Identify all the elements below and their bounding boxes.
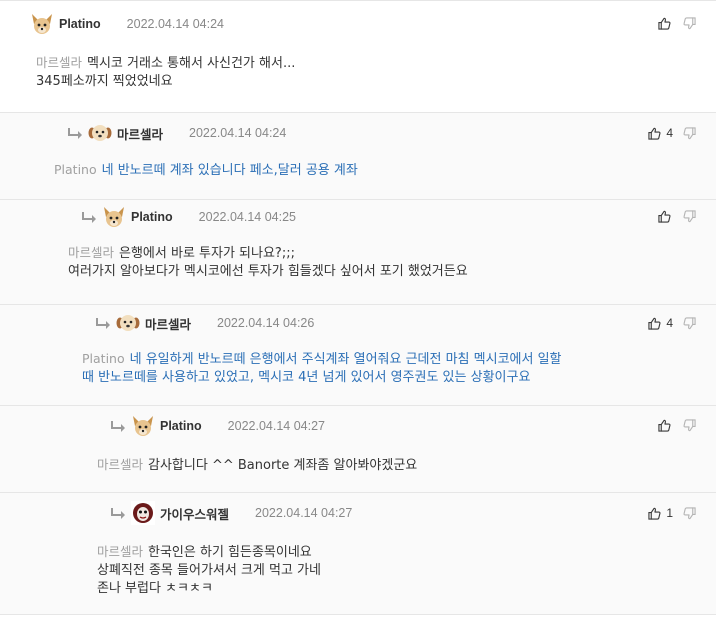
dog-avatar-icon[interactable] <box>30 12 54 36</box>
puppy-avatar-icon[interactable] <box>116 311 140 335</box>
thumbs-up-icon[interactable] <box>658 419 671 432</box>
thumbs-down-icon[interactable] <box>683 506 696 520</box>
reply-comment: Platino 2022.04.14 04:27 마르셀라 감사합니다 ^^ Bano… <box>0 405 716 492</box>
comment-text-line: 345페소까지 찍었었네요 <box>36 73 295 91</box>
puppy-avatar-icon[interactable] <box>88 121 112 145</box>
reply-comment: 가이우스워젤 2022.04.14 04:27 1 마르셀라 한국인은 하기 힘든종목이… <box>0 492 716 614</box>
comment-date: 2022.04.14 04:25 <box>198 210 296 224</box>
vote-controls <box>658 210 696 223</box>
comment-header: 가이우스워젤 2022.04.14 04:27 <box>109 500 352 526</box>
mention-tag[interactable]: Platino <box>82 351 125 366</box>
comment-body: 마르셀라 감사합니다 ^^ Banorte 계좌좀 알아봐야겠군요 <box>97 456 417 475</box>
comment-text: 한국인은 하기 힘든종목이네요 <box>148 545 312 560</box>
thumbs-up-icon[interactable] <box>648 317 661 330</box>
comment-text-line: 마르셀라 한국인은 하기 힘든종목이네요 <box>97 543 321 562</box>
comment-body: 마르셀라 멕시코 거래소 통해서 사신건가 해서... 345페소까지 찍었었네요 <box>36 54 295 91</box>
comment-header: Platino 2022.04.14 04:27 <box>109 413 325 439</box>
comment-text: 때 반노르떼를 사용하고 있었고, 멕시코 4년 넘게 있어서 영주권도 있는 … <box>82 370 531 385</box>
author-nickname[interactable]: Platino <box>59 17 101 31</box>
comment-text-line: 존나 부럽다 ㅊㅋㅊㅋ <box>97 580 321 598</box>
thumbs-up-icon[interactable] <box>658 210 671 223</box>
dog-avatar-icon[interactable] <box>102 205 126 229</box>
thumbs-down-icon[interactable] <box>683 316 696 330</box>
reply-comment: Platino 2022.04.14 04:25 마르셀라 은행에서 바로 투자가 되… <box>0 199 716 304</box>
face-avatar-icon[interactable] <box>131 501 155 525</box>
reply-comment: 마르셀라 2022.04.14 04:24 4 Platino 네 반노르떼 계좌 있습… <box>0 112 716 199</box>
author-nickname[interactable]: Platino <box>131 210 173 224</box>
comment-text-line: 마르셀라 은행에서 바로 투자가 되나요?;;; <box>68 244 468 263</box>
mention-tag[interactable]: 마르셀라 <box>97 544 143 559</box>
comment-text: 여러가지 알아보다가 멕시코에선 투자가 힘들겠다 싶어서 포기 했었거든요 <box>68 264 468 279</box>
comment-text: 멕시코 거래소 통해서 사신건가 해서... <box>87 56 296 71</box>
vote-controls: 4 <box>648 316 696 330</box>
comment-text-line: 때 반노르떼를 사용하고 있었고, 멕시코 4년 넘게 있어서 영주권도 있는 … <box>82 369 562 387</box>
reply-arrow-icon <box>66 126 84 140</box>
comment-text: 감사합니다 ^^ Banorte 계좌좀 알아봐야겠군요 <box>148 458 418 473</box>
thumbs-down-icon[interactable] <box>683 419 696 432</box>
vote-controls <box>658 419 696 432</box>
author-nickname[interactable]: 마르셀라 <box>145 314 191 333</box>
reply-arrow-icon <box>80 210 98 224</box>
comment-body: Platino 네 반노르떼 계좌 있습니다 페소,달러 공용 계좌 <box>54 161 358 180</box>
comment-body: 마르셀라 은행에서 바로 투자가 되나요?;;; 여러가지 알아보다가 멕시코에선 … <box>68 244 468 281</box>
reply-arrow-icon <box>94 316 112 330</box>
mention-tag[interactable]: Platino <box>54 162 97 177</box>
comment-date: 2022.04.14 04:27 <box>227 419 325 433</box>
comment-header: Platino 2022.04.14 04:24 <box>6 11 224 37</box>
thumbs-up-icon[interactable] <box>648 127 661 140</box>
comment-text: 은행에서 바로 투자가 되나요?;;; <box>119 246 295 261</box>
dog-avatar-icon[interactable] <box>131 414 155 438</box>
comment-text: 345페소까지 찍었었네요 <box>36 74 173 89</box>
comment-date: 2022.04.14 04:24 <box>126 17 224 31</box>
like-count: 1 <box>666 506 673 520</box>
comment-text: 상폐직전 종목 들어가셔서 크게 먹고 가네 <box>97 563 321 578</box>
comment-text: 존나 부럽다 ㅊㅋㅊㅋ <box>97 581 213 596</box>
author-nickname[interactable]: 마르셀라 <box>117 124 163 143</box>
thumbs-down-icon[interactable] <box>683 126 696 140</box>
reply-comment: 마르셀라 2022.04.14 04:26 4 Platino 네 유일하게 반노르떼 … <box>0 304 716 405</box>
comment-body: Platino 네 유일하게 반노르떼 은행에서 주식계좌 열어줘요 근데전 마침… <box>82 350 562 387</box>
vote-controls <box>658 17 696 30</box>
vote-controls: 4 <box>648 126 696 140</box>
comment-date: 2022.04.14 04:27 <box>255 506 353 520</box>
mention-tag[interactable]: 마르셀라 <box>97 457 143 472</box>
like-count: 4 <box>666 126 673 140</box>
comment-text-line: 상폐직전 종목 들어가셔서 크게 먹고 가네 <box>97 562 321 580</box>
comment-text: 네 반노르떼 계좌 있습니다 페소,달러 공용 계좌 <box>101 163 358 178</box>
thread-bottom-divider <box>0 614 716 615</box>
comment-text-line: 마르셀라 멕시코 거래소 통해서 사신건가 해서... <box>36 54 295 73</box>
thumbs-down-icon[interactable] <box>683 17 696 30</box>
comment-date: 2022.04.14 04:24 <box>189 126 287 140</box>
comment-text-line: 마르셀라 감사합니다 ^^ Banorte 계좌좀 알아봐야겠군요 <box>97 456 417 475</box>
comment-text-line: Platino 네 유일하게 반노르떼 은행에서 주식계좌 열어줘요 근데전 마침… <box>82 350 562 369</box>
comment-date: 2022.04.14 04:26 <box>217 316 315 330</box>
like-count: 4 <box>666 316 673 330</box>
mention-tag[interactable]: 마르셀라 <box>68 245 114 260</box>
reply-arrow-icon <box>109 419 127 433</box>
thumbs-up-icon[interactable] <box>648 507 661 520</box>
comment-thread: Platino 2022.04.14 04:24 마르셀라 멕시코 거래소 통해서 사… <box>0 0 716 618</box>
mention-tag[interactable]: 마르셀라 <box>36 55 82 70</box>
author-nickname[interactable]: 가이우스워젤 <box>160 504 229 523</box>
comment-header: Platino 2022.04.14 04:25 <box>80 204 296 230</box>
comment: Platino 2022.04.14 04:24 마르셀라 멕시코 거래소 통해서 사… <box>0 0 716 112</box>
comment-text: 네 유일하게 반노르떼 은행에서 주식계좌 열어줘요 근데전 마침 멕시코에서 … <box>129 352 562 367</box>
reply-arrow-icon <box>109 506 127 520</box>
comment-header: 마르셀라 2022.04.14 04:24 <box>66 120 286 146</box>
comment-text-line: 여러가지 알아보다가 멕시코에선 투자가 힘들겠다 싶어서 포기 했었거든요 <box>68 263 468 281</box>
thumbs-up-icon[interactable] <box>658 17 671 30</box>
thumbs-down-icon[interactable] <box>683 210 696 223</box>
author-nickname[interactable]: Platino <box>160 419 202 433</box>
comment-header: 마르셀라 2022.04.14 04:26 <box>94 310 314 336</box>
comment-body: 마르셀라 한국인은 하기 힘든종목이네요상폐직전 종목 들어가셔서 크게 먹고 가… <box>97 543 321 598</box>
comment-text-line: Platino 네 반노르떼 계좌 있습니다 페소,달러 공용 계좌 <box>54 161 358 180</box>
vote-controls: 1 <box>648 506 696 520</box>
